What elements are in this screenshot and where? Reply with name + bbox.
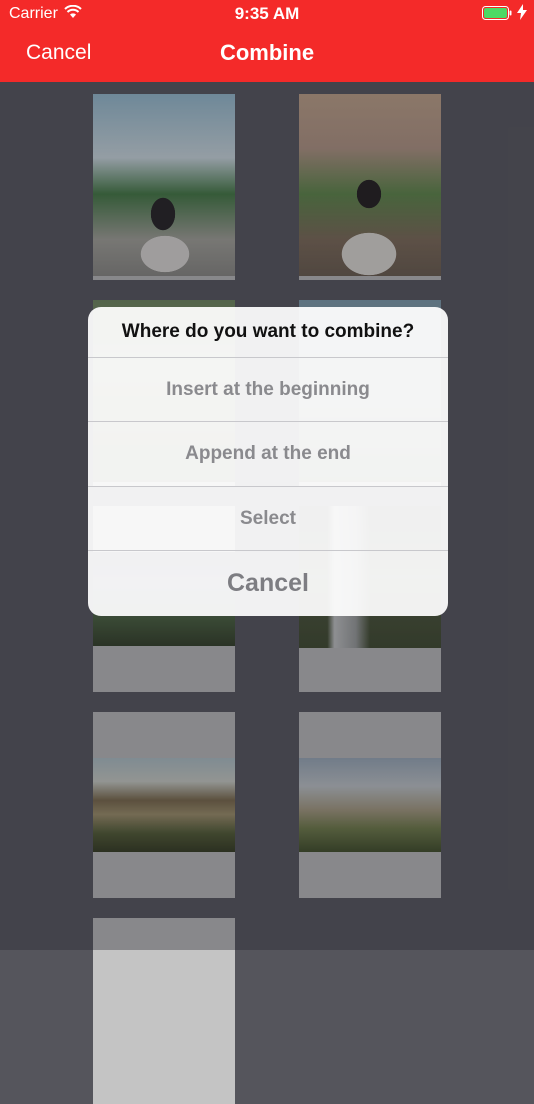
charging-bolt-icon [517,4,527,23]
page-title: Combine [219,40,315,65]
append-at-end-button[interactable]: Append at the end [88,421,448,485]
insert-at-beginning-button[interactable]: Insert at the beginning [88,357,448,421]
navigation-bar: Carrier 9:35 AM Cancel Combine [0,0,534,82]
select-button[interactable]: Select [88,486,448,550]
status-time: 9:35 AM [234,4,300,23]
action-sheet-title: Where do you want to combine? [121,321,415,342]
action-sheet-cancel-button[interactable]: Cancel [88,550,448,616]
combine-action-sheet: Where do you want to combine? Insert at … [88,307,448,616]
status-bar: Carrier 9:35 AM [0,0,534,30]
battery-icon [482,6,512,20]
